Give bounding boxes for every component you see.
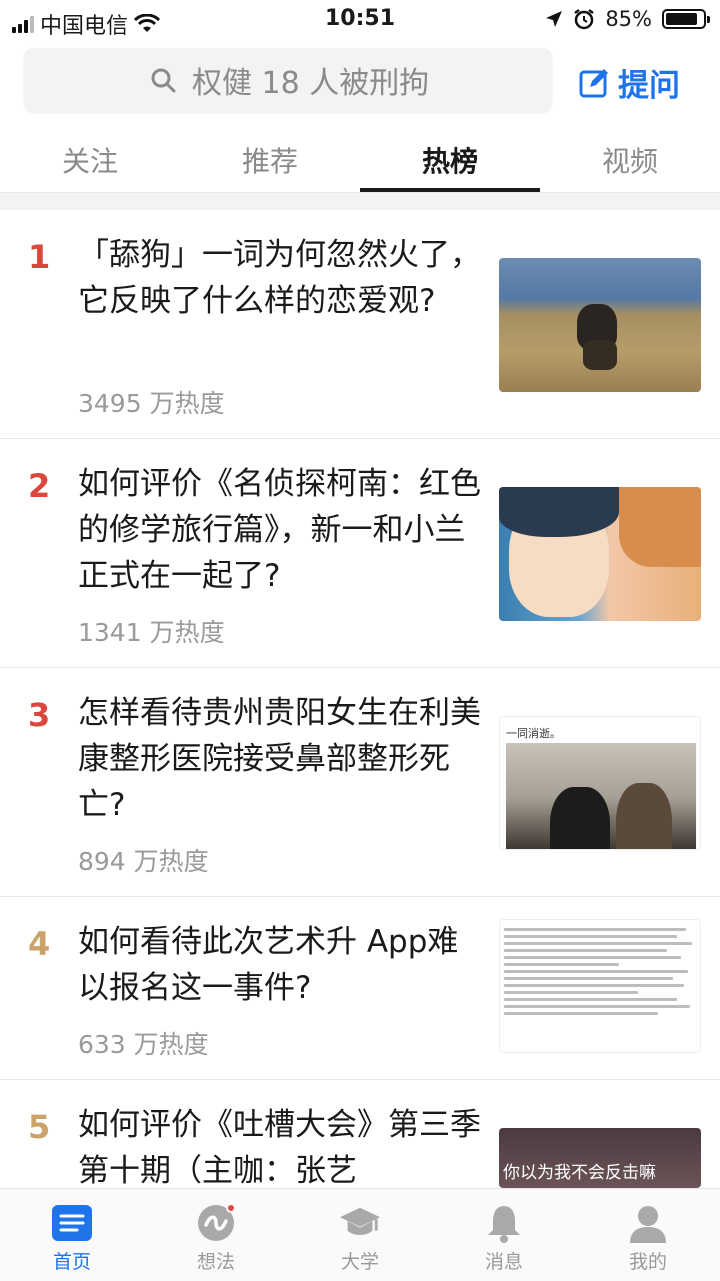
nav-profile-label: 我的 <box>628 1251 667 1273</box>
bell-icon <box>482 1203 526 1243</box>
nav-ideas-label: 想法 <box>196 1251 235 1273</box>
home-icon <box>50 1203 94 1243</box>
bottom-navigation: 首页 想法 大学 消息 我的 <box>0 1188 720 1281</box>
nav-ideas[interactable]: 想法 <box>144 1189 288 1281</box>
question-title[interactable]: 怎样看待贵州贵阳女生在利美康整形医院接受鼻部整形死亡? <box>78 690 484 828</box>
section-divider <box>0 192 720 210</box>
hot-list-item[interactable]: 5 如何评价《吐槽大会》第三季第十期（主咖：张艺 你以为我不会反击嘛 <box>0 1080 720 1190</box>
question-title[interactable]: 「舔狗」一词为何忽然火了，它反映了什么样的恋爱观? <box>78 232 484 324</box>
nav-university-label: 大学 <box>340 1251 379 1273</box>
nav-home[interactable]: 首页 <box>0 1189 144 1281</box>
hot-list: 1 「舔狗」一词为何忽然火了，它反映了什么样的恋爱观? 3495 万热度 2 如… <box>0 210 720 1190</box>
alarm-icon <box>574 9 595 30</box>
heat-count: 3495 万热度 <box>78 389 225 418</box>
heat-count: 894 万热度 <box>78 847 209 876</box>
rank-number: 5 <box>28 1108 51 1146</box>
notification-dot <box>226 1203 236 1213</box>
status-icons: 85% <box>545 7 710 31</box>
nav-profile[interactable]: 我的 <box>576 1189 720 1281</box>
ask-question-label: 提问 <box>618 68 680 104</box>
location-arrow-icon <box>546 11 563 27</box>
question-title[interactable]: 如何看待此次艺术升 App难以报名这一事件? <box>78 919 484 1011</box>
nav-messages[interactable]: 消息 <box>432 1189 576 1281</box>
heat-count: 633 万热度 <box>78 1030 209 1059</box>
question-thumbnail[interactable] <box>499 919 701 1053</box>
edit-icon <box>579 68 608 97</box>
thumbnail-caption: 你以为我不会反击嘛 <box>503 1163 656 1183</box>
profile-icon <box>626 1203 670 1243</box>
feed-tabs: 关注 推荐 热榜 视频 <box>0 128 720 192</box>
rank-number: 3 <box>28 696 51 734</box>
search-input[interactable]: 权健 18 人被刑拘 <box>24 48 552 112</box>
search-icon <box>151 68 176 93</box>
search-placeholder: 权健 18 人被刑拘 <box>192 66 430 101</box>
hot-list-item[interactable]: 1 「舔狗」一词为何忽然火了，它反映了什么样的恋爱观? 3495 万热度 <box>0 210 720 439</box>
tab-follow[interactable]: 关注 <box>0 128 180 192</box>
nav-home-label: 首页 <box>52 1251 91 1273</box>
rank-number: 1 <box>28 238 51 276</box>
graduation-cap-icon <box>338 1203 382 1243</box>
question-title[interactable]: 如何评价《吐槽大会》第三季第十期（主咖：张艺 <box>78 1102 488 1194</box>
rank-number: 2 <box>28 467 51 505</box>
status-bar: 中国电信 10:51 85% <box>0 0 720 40</box>
question-thumbnail[interactable] <box>499 487 701 621</box>
question-thumbnail[interactable]: 你以为我不会反击嘛 <box>499 1128 701 1188</box>
battery-percent: 85% <box>605 7 652 31</box>
ideas-icon <box>194 1203 238 1243</box>
nav-messages-label: 消息 <box>484 1251 523 1273</box>
question-thumbnail[interactable] <box>499 258 701 392</box>
tab-recommend[interactable]: 推荐 <box>180 128 360 192</box>
question-title[interactable]: 如何评价《名侦探柯南：红色的修学旅行篇》，新一和小兰正式在一起了? <box>78 461 484 599</box>
ask-question-button[interactable]: 提问 <box>578 60 680 105</box>
nav-university[interactable]: 大学 <box>288 1189 432 1281</box>
hot-list-item[interactable]: 3 怎样看待贵州贵阳女生在利美康整形医院接受鼻部整形死亡? 894 万热度 一同… <box>0 668 720 897</box>
thumbnail-caption: 一同消逝。 <box>506 727 561 740</box>
hot-list-item[interactable]: 4 如何看待此次艺术升 App难以报名这一事件? 633 万热度 <box>0 897 720 1080</box>
question-thumbnail[interactable]: 一同消逝。 <box>499 716 701 850</box>
hot-list-item[interactable]: 2 如何评价《名侦探柯南：红色的修学旅行篇》，新一和小兰正式在一起了? 1341… <box>0 439 720 668</box>
heat-count: 1341 万热度 <box>78 618 225 647</box>
battery-icon <box>662 9 710 29</box>
tab-hot-list[interactable]: 热榜 <box>360 128 540 192</box>
tab-video[interactable]: 视频 <box>540 128 720 192</box>
rank-number: 4 <box>28 925 51 963</box>
